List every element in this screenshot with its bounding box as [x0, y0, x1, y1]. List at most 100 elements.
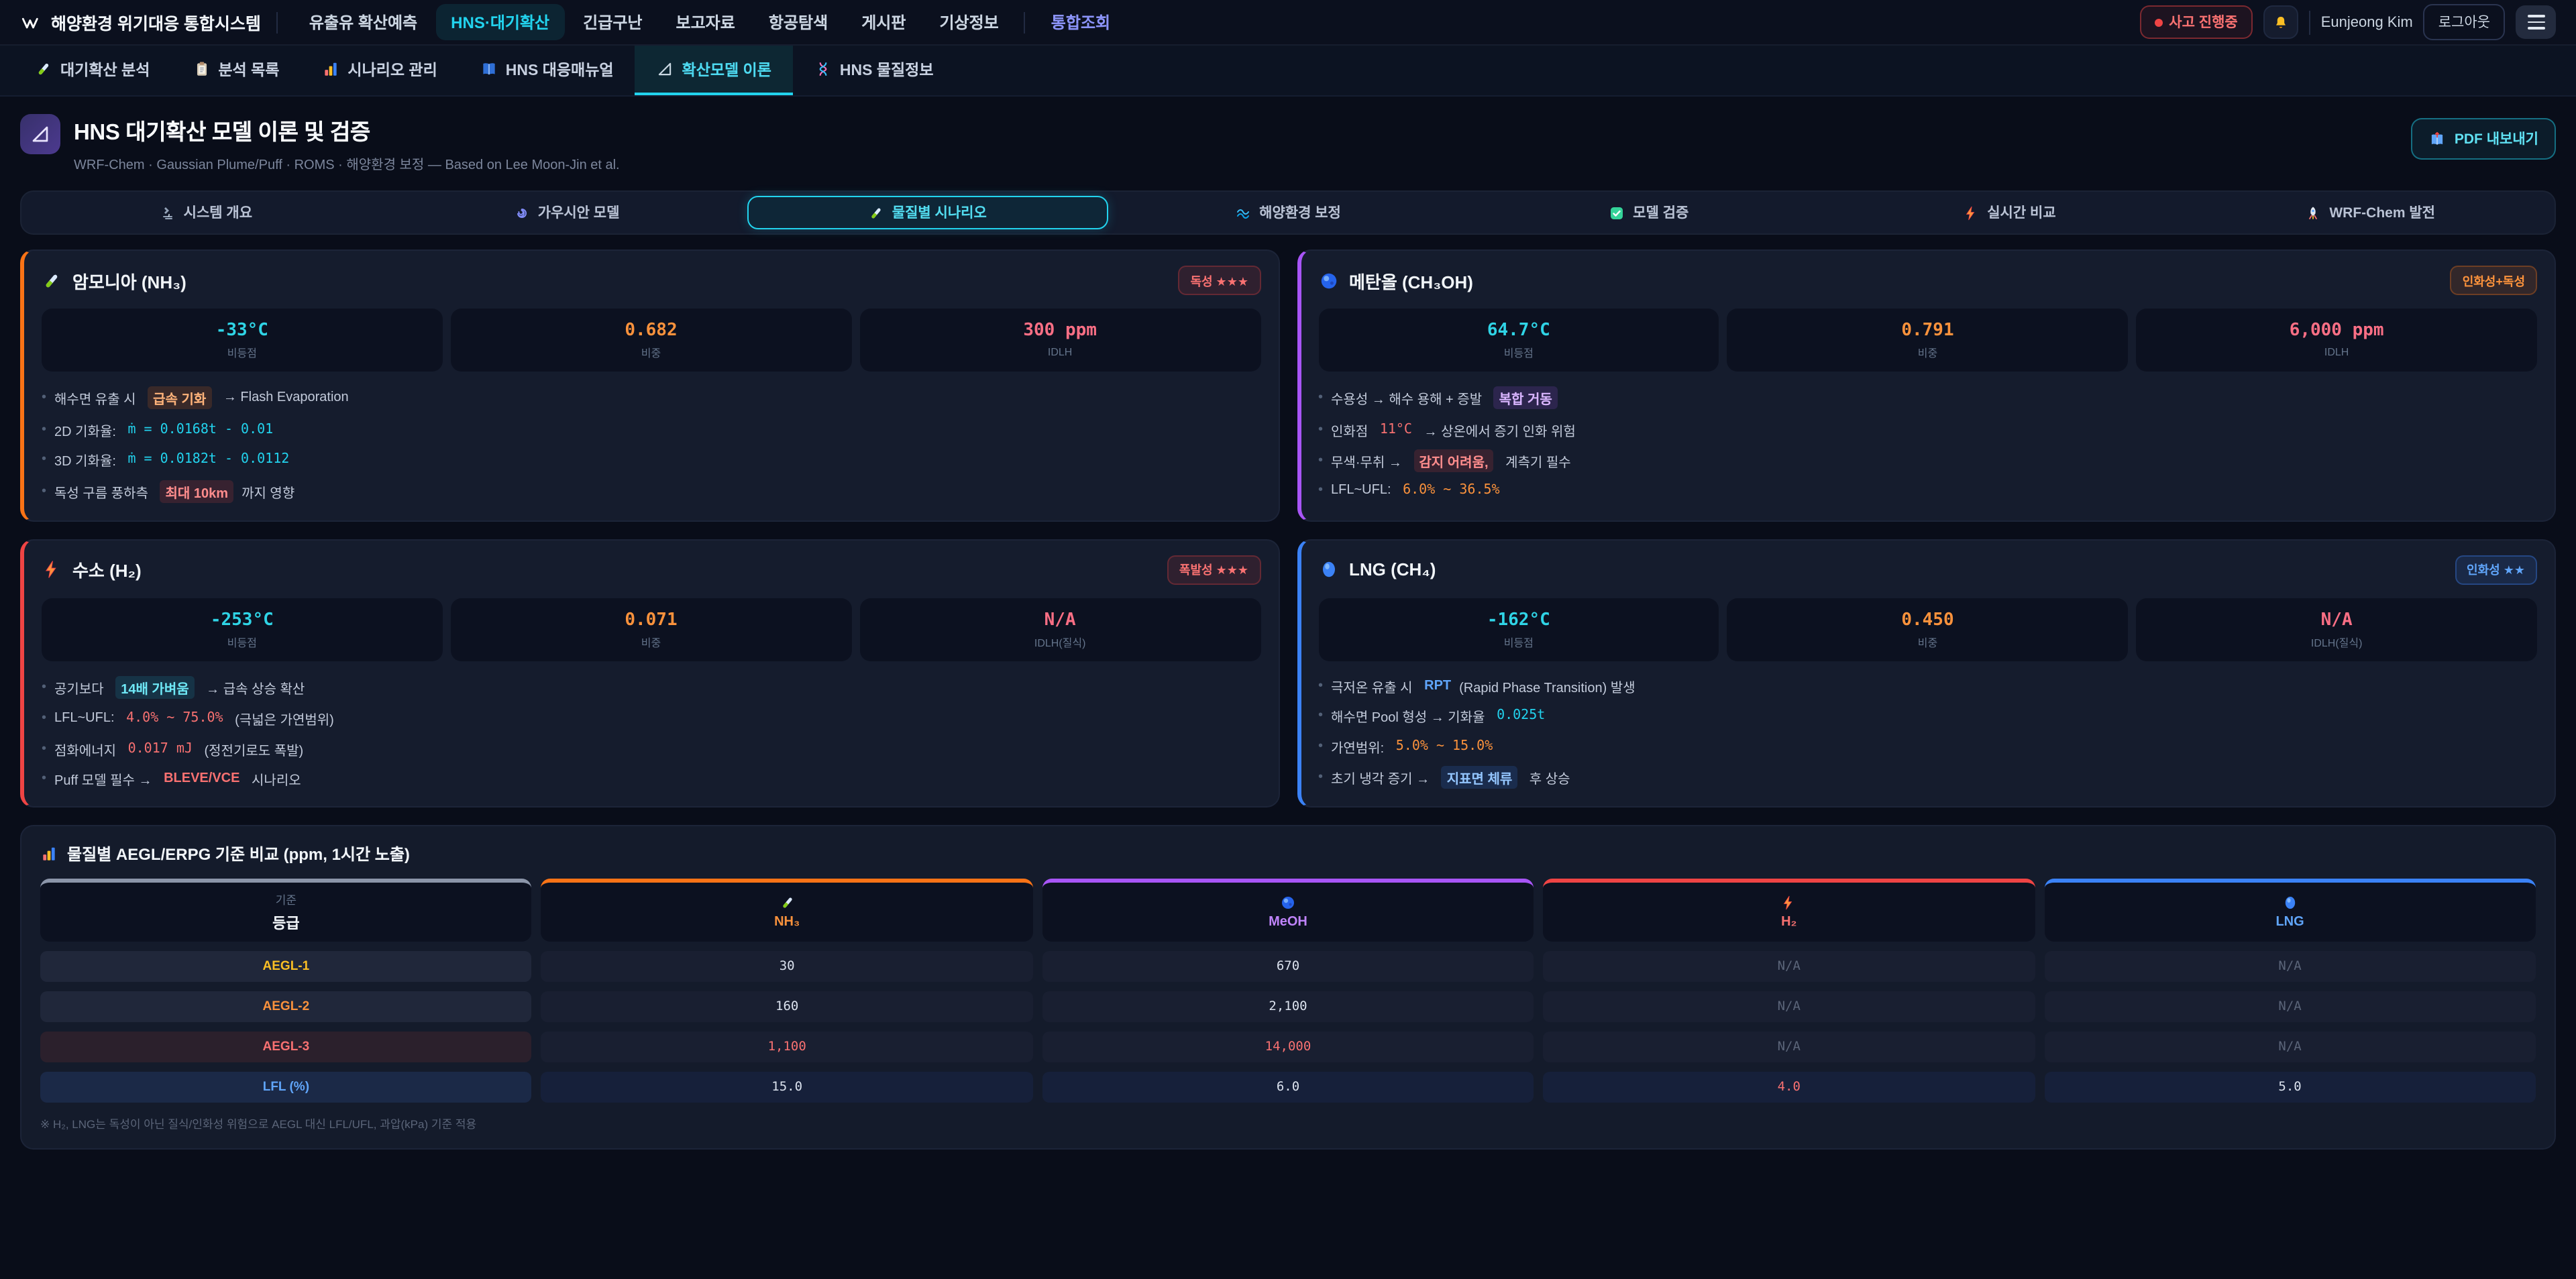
section-tab-7[interactable]: WRF-Chem 발전 [2190, 196, 2551, 229]
stat-value: 0.071 [456, 610, 847, 630]
test-tube-icon [35, 60, 52, 78]
bullet-dot-icon: • [42, 422, 46, 437]
triangle-ruler-icon [30, 123, 51, 145]
main-nav-item-4[interactable]: 보고자료 [661, 4, 750, 40]
section-tab-label: WRF-Chem 발전 [2329, 203, 2435, 223]
nav-separator [1024, 11, 1026, 33]
table-body: AEGL-130670N/AN/AAEGL-21602,100N/AN/AAEG… [40, 951, 2536, 1103]
bullet-text: 2D 기화율: [54, 419, 119, 439]
section-tab-4[interactable]: 해양환경 보정 [1108, 196, 1468, 229]
bullet-text: 0.025t [1497, 708, 1545, 723]
material-card-3: 수소 (H₂)폭발성 ★★★-253°C비등점0.071비중N/AIDLH(질식… [20, 539, 1279, 808]
main-nav-item-6[interactable]: 게시판 [847, 4, 920, 40]
material-title: 메탄올 (CH₃OH) [1349, 268, 1473, 293]
bullet-text: 까지 영향 [241, 481, 294, 501]
notifications-button[interactable] [2263, 5, 2298, 39]
bar-chart-icon [322, 60, 339, 78]
sub-tab-6[interactable]: HNS 물질정보 [793, 46, 955, 95]
stat-label: IDLH(질식) [2141, 635, 2532, 650]
table-cell: 30 [541, 951, 1033, 982]
bell-icon [2273, 13, 2289, 32]
bullet-text: 가연범위: [1331, 736, 1388, 756]
bullet-text: BLEVE/VCE [164, 771, 239, 786]
material-card-1: 암모니아 (NH₃)독성 ★★★-33°C비등점0.682비중300 ppmID… [20, 249, 1279, 521]
sub-tab-label: 대기확산 분석 [60, 58, 150, 80]
stat-box: N/A IDLH(질식) [859, 598, 1260, 661]
material-cards-grid: 암모니아 (NH₃)독성 ★★★-33°C비등점0.682비중300 ppmID… [20, 249, 2556, 808]
bullet-dot-icon: • [1318, 390, 1323, 405]
table-cell: N/A [1543, 1032, 2035, 1062]
brand: 해양환경 위기대응 통합시스템 [20, 9, 261, 35]
test-tube-icon [868, 205, 884, 221]
material-card-2: 메탄올 (CH₃OH)인화성+독성64.7°C비등점0.791비중6,000 p… [1297, 249, 2556, 521]
stat-label: IDLH(질식) [865, 635, 1255, 650]
incident-dot-icon [2154, 18, 2162, 26]
bullet-item: •인화점 11°C → 상온에서 증기 인화 위험 [1318, 419, 2537, 439]
test-tube-icon [42, 270, 62, 290]
gaussian-swirl-icon [514, 205, 530, 221]
bullet-text: 독성 구름 풍하측 [54, 481, 152, 501]
sub-tab-4[interactable]: HNS 대응매뉴얼 [459, 46, 635, 95]
material-column-label: LNG [2275, 915, 2304, 930]
section-tab-2[interactable]: 가우시안 모델 [386, 196, 747, 229]
bullet-text: RPT [1424, 678, 1451, 693]
page-header-text: HNS 대기확산 모델 이론 및 검증 WRF-Chem · Gaussian … [74, 114, 620, 173]
user-name: Eunjeong Kim [2321, 14, 2413, 30]
stat-box: 0.450비중 [1727, 598, 2129, 661]
material-card-header: 수소 (H₂)폭발성 ★★★ [42, 555, 1260, 584]
stat-box: 300 ppmIDLH [859, 309, 1260, 372]
nav-divider [2309, 10, 2310, 34]
main-nav-item-5[interactable]: 항공탐색 [754, 4, 843, 40]
table-col-header-2: NH₃ [541, 879, 1033, 942]
stat-value: 6,000 ppm [2141, 321, 2532, 341]
material-title: 암모니아 (NH₃) [72, 268, 186, 293]
bullet-text: Puff 모델 필수 → [54, 769, 156, 789]
stat-box: -33°C비등점 [42, 309, 443, 372]
stat-box: -253°C비등점 [42, 598, 443, 661]
main-nav-item-3[interactable]: 긴급구난 [568, 4, 657, 40]
main-nav-item-8[interactable]: 통합조회 [1036, 4, 1125, 40]
section-tab-3[interactable]: 물질별 시나리오 [747, 196, 1108, 229]
sub-tab-2[interactable]: 분석 목록 [171, 46, 301, 95]
bullet-item: •해수면 Pool 형성 → 기화율 0.025t [1318, 706, 2537, 726]
material-card-4: LNG (CH₄)인화성 ★★-162°C비등점0.450비중N/AIDLH(질… [1297, 539, 2556, 808]
table-col-header-5: LNG [2044, 879, 2536, 942]
hazard-badge: 인화성+독성 [2451, 266, 2537, 295]
dna-icon [814, 60, 832, 78]
stat-value: N/A [865, 610, 1255, 630]
bullet-text: 계측기 필수 [1502, 451, 1571, 471]
page-header: HNS 대기확산 모델 이론 및 검증 WRF-Chem · Gaussian … [0, 97, 2576, 178]
bullet-dot-icon: • [1318, 770, 1323, 785]
section-tab-5[interactable]: 모델 검증 [1468, 196, 1829, 229]
stat-box: 0.791비중 [1727, 309, 2129, 372]
bullet-text: ṁ = 0.0168t - 0.01 [127, 422, 273, 437]
section-tab-1[interactable]: 시스템 개요 [25, 196, 386, 229]
bullet-dot-icon: • [1318, 678, 1323, 693]
menu-button[interactable] [2516, 5, 2556, 39]
sub-tab-3[interactable]: 시나리오 관리 [301, 46, 458, 95]
table-row-2: AEGL-21602,100N/AN/A [40, 991, 2536, 1022]
bullet-text: → Flash Evaporation [219, 390, 348, 405]
main-nav-item-7[interactable]: 기상정보 [924, 4, 1013, 40]
main-nav-item-1[interactable]: 유출유 확산예측 [294, 4, 432, 40]
section-tab-bar: 시스템 개요 가우시안 모델물질별 시나리오해양환경 보정모델 검증실시간 비교 W… [20, 190, 2556, 235]
sub-tab-1[interactable]: 대기확산 분석 [13, 46, 171, 95]
bullet-item: •수용성 → 해수 용해 + 증발 복합 거동 [1318, 386, 2537, 409]
section-tab-6[interactable]: 실시간 비교 [1829, 196, 2190, 229]
sub-tab-5[interactable]: 확산모델 이론 [635, 46, 793, 95]
main-nav-item-2[interactable]: HNS·대기확산 [436, 4, 564, 40]
bullet-dot-icon: • [1318, 453, 1323, 468]
bullet-text: 시나리오 [248, 769, 301, 789]
bullet-text: 수용성 → 해수 용해 + 증발 [1331, 388, 1486, 408]
section-tab-label: 시스템 개요 [184, 203, 252, 223]
bullet-dot-icon: • [42, 484, 46, 498]
material-card-header: 메탄올 (CH₃OH) 인화성+독성 [1318, 266, 2537, 295]
table-cell: N/A [1543, 991, 2035, 1022]
logout-button[interactable]: 로그아웃 [2424, 4, 2505, 40]
pdf-export-button[interactable]: PDF 내보내기 [2412, 118, 2556, 160]
microscope-icon [160, 205, 176, 221]
bullet-text: (정전기로도 폭발) [201, 738, 303, 759]
ocean-wave-icon [1235, 205, 1251, 221]
nav-divider [277, 11, 278, 33]
material-card-header: 암모니아 (NH₃)독성 ★★★ [42, 266, 1260, 295]
